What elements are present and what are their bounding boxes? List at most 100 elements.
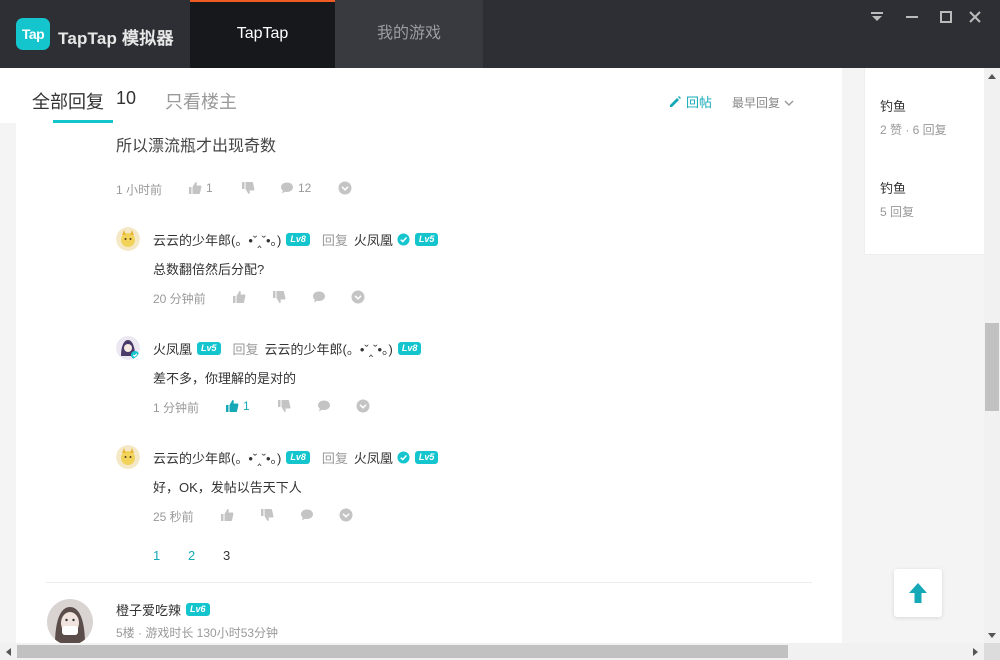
page-link-current[interactable]: 3 [223, 548, 230, 563]
scroll-right-arrow-icon[interactable] [967, 643, 984, 660]
sub-reply: 火凤凰 Lv5 回复 云云的少年郎(。•ˇ‸ˇ•。) Lv8 差不多，你理解的是… [116, 336, 816, 416]
verified-icon [397, 233, 410, 246]
minimize-icon[interactable] [904, 9, 920, 25]
comment-time: 1 小时前 [116, 183, 163, 197]
reply-time: 25 秒前 [153, 510, 194, 524]
vertical-scroll-thumb[interactable] [985, 323, 999, 411]
scrollbar-corner [984, 643, 1000, 660]
comment-button[interactable] [300, 508, 314, 522]
related-posts-card: 钓鱼 2 赞 · 6 回复 钓鱼 5 回复 [864, 68, 985, 255]
maximize-icon[interactable] [938, 9, 954, 25]
scroll-up-arrow-icon[interactable] [984, 68, 1000, 84]
reply-post-label: 回帖 [686, 95, 713, 110]
reply-target[interactable]: 火凤凰 [354, 230, 393, 249]
avatar[interactable] [47, 599, 93, 645]
level-badge: Lv8 [286, 451, 310, 464]
scroll-to-top-button[interactable] [894, 569, 942, 617]
arrow-up-icon [909, 583, 927, 603]
scroll-down-arrow-icon[interactable] [984, 627, 1000, 643]
dislike-button[interactable] [277, 399, 291, 413]
app-title: TapTap 模拟器 [58, 29, 174, 48]
reply-author[interactable]: 云云的少年郎(。•ˇ‸ˇ•。) [153, 448, 281, 467]
speech-bubble-icon [318, 400, 330, 412]
scroll-left-arrow-icon[interactable] [0, 643, 17, 660]
sort-dropdown[interactable]: 最早回复 [732, 94, 794, 111]
level-badge: Lv6 [186, 603, 210, 616]
like-button[interactable] [220, 508, 238, 522]
dislike-button[interactable] [272, 290, 286, 304]
chevron-down-circle-icon [356, 399, 370, 413]
tab-my-games[interactable]: 我的游戏 [335, 0, 483, 68]
floor-meta: 5楼 · 游戏时长 130小时53分钟 [116, 626, 279, 640]
reply-text: 差不多，你理解的是对的 [153, 371, 297, 386]
comment-button[interactable] [317, 399, 331, 413]
close-icon[interactable] [967, 9, 983, 25]
avatar[interactable] [116, 336, 140, 360]
pencil-icon [670, 96, 681, 107]
reply-time: 20 分钟前 [153, 292, 206, 306]
floor-author[interactable]: 橙子爱吃辣 [116, 600, 181, 619]
sort-label: 最早回复 [732, 96, 781, 110]
reply-word: 回复 [321, 451, 348, 466]
vertical-scrollbar[interactable] [984, 68, 1000, 643]
page-link-2[interactable]: 2 [188, 548, 195, 563]
thumbs-down-icon [273, 291, 286, 303]
left-strip [0, 68, 16, 123]
reply-target[interactable]: 火凤凰 [354, 448, 393, 467]
avatar[interactable] [116, 227, 140, 251]
horizontal-scrollbar[interactable] [0, 643, 984, 660]
more-options-button[interactable] [356, 399, 370, 413]
level-badge: Lv5 [414, 451, 439, 464]
reply-post-button[interactable]: 回帖 [668, 92, 712, 111]
dropdown-icon[interactable] [869, 9, 885, 25]
chevron-down-circle-icon [338, 181, 352, 195]
divider [46, 582, 812, 583]
active-tab-indicator [53, 120, 113, 123]
reply-word: 回复 [232, 342, 259, 357]
reply-meta-row: 20 分钟前 [153, 290, 413, 310]
reply-target[interactable]: 云云的少年郎(。•ˇ‸ˇ•。) [265, 339, 393, 358]
comment-button[interactable] [312, 290, 326, 304]
like-button[interactable]: 1 [188, 181, 213, 195]
speech-bubble-icon [281, 182, 293, 194]
tab-all-replies[interactable]: 全部回复 [32, 88, 104, 114]
reply-word: 回复 [321, 233, 348, 248]
comment-button[interactable]: 12 [280, 181, 311, 195]
level-badge: Lv5 [414, 233, 439, 246]
taptap-logo-icon: Tap [16, 18, 50, 50]
related-post-stats: 2 赞 · 6 回复 [880, 123, 947, 137]
thumbs-down-icon [242, 182, 255, 194]
tab-taptap[interactable]: TapTap [190, 0, 335, 68]
level-badge: Lv8 [286, 233, 310, 246]
reply-text: 好，OK，发帖以告天下人 [153, 480, 302, 495]
avatar[interactable] [116, 445, 140, 469]
related-post-title: 钓鱼 [880, 181, 907, 196]
reply-author[interactable]: 火凤凰 [153, 339, 192, 358]
like-button[interactable] [232, 290, 250, 304]
related-post-item[interactable]: 钓鱼 5 回复 [880, 178, 914, 220]
reply-meta-row: 25 秒前 [153, 508, 413, 528]
title-bar: Tap TapTap 模拟器 TapTap 我的游戏 [0, 0, 1000, 68]
like-button[interactable]: 1 [225, 399, 250, 413]
related-post-title: 钓鱼 [880, 99, 907, 114]
thumbs-up-icon [189, 182, 202, 194]
horizontal-scroll-thumb[interactable] [17, 645, 788, 658]
more-options-button[interactable] [351, 290, 365, 304]
page-link-1[interactable]: 1 [153, 548, 160, 563]
tab-owner-only[interactable]: 只看楼主 [165, 88, 237, 114]
related-post-stats: 5 回复 [880, 205, 915, 219]
related-post-item[interactable]: 钓鱼 2 赞 · 6 回复 [880, 96, 947, 138]
comment-text: 所以漂流瓶才出现奇数 [116, 138, 277, 155]
dislike-button[interactable] [260, 508, 274, 522]
more-options-button[interactable] [338, 181, 352, 195]
thumbs-down-icon [261, 509, 274, 521]
more-options-button[interactable] [339, 508, 353, 522]
thumbs-up-icon [221, 509, 234, 521]
verified-icon [397, 451, 410, 464]
level-badge: Lv5 [197, 342, 221, 355]
dislike-button[interactable] [241, 181, 255, 195]
level-badge: Lv8 [397, 342, 422, 355]
reply-author[interactable]: 云云的少年郎(。•ˇ‸ˇ•。) [153, 230, 281, 249]
chevron-down-circle-icon [351, 290, 365, 304]
reply-text: 总数翻倍然后分配? [153, 262, 265, 277]
